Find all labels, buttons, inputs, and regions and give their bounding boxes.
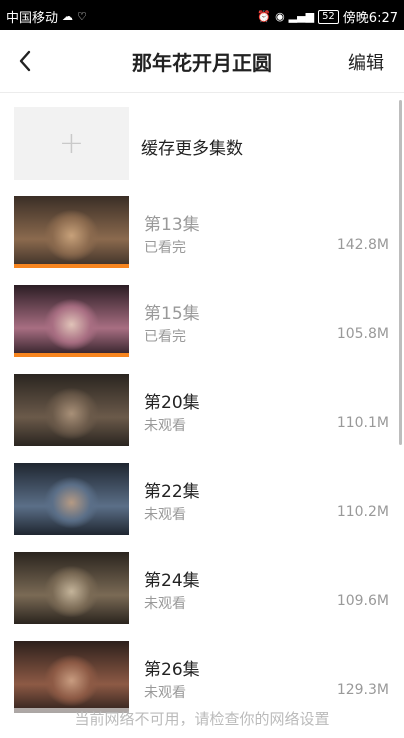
- scrollbar[interactable]: [399, 100, 402, 445]
- episode-thumbnail: [14, 641, 129, 713]
- header: 那年花开月正圆 编辑: [0, 30, 404, 93]
- back-button[interactable]: [10, 46, 40, 76]
- episode-thumbnail: [14, 374, 129, 446]
- episode-row[interactable]: 第20集未观看 110.1M: [0, 374, 404, 463]
- episode-title: 第15集: [144, 304, 200, 324]
- episode-row[interactable]: 第22集未观看 110.2M: [0, 463, 404, 552]
- watch-progress-bar: [14, 264, 129, 268]
- carrier-label: 中国移动: [6, 11, 59, 26]
- cache-more-row[interactable]: + 缓存更多集数: [0, 92, 404, 196]
- episode-status: 未观看: [144, 685, 186, 701]
- episode-size: 110.1M: [336, 415, 389, 431]
- cloud-icon: ☁: [62, 9, 74, 23]
- battery-indicator: 52: [318, 9, 339, 24]
- episode-size: 109.6M: [336, 593, 389, 609]
- episode-title: 第22集: [144, 482, 200, 502]
- episode-row[interactable]: 第24集未观看 109.6M: [0, 552, 404, 641]
- episode-thumbnail: [14, 552, 129, 624]
- watch-progress-bar: [14, 353, 129, 357]
- episode-title: 第13集: [144, 215, 200, 235]
- episode-status: 未观看: [144, 507, 186, 523]
- page-title: 那年花开月正圆: [132, 51, 272, 75]
- plus-icon: +: [14, 107, 129, 180]
- episode-status: 已看完: [144, 329, 186, 345]
- episode-size: 110.2M: [336, 504, 389, 520]
- heart-icon: ♡: [77, 9, 87, 23]
- episode-status: 未观看: [144, 596, 186, 612]
- episode-size: 129.3M: [336, 682, 389, 698]
- chevron-left-icon: [19, 50, 31, 72]
- episode-title: 第24集: [144, 571, 200, 591]
- episode-status: 未观看: [144, 418, 186, 434]
- episode-list: + 缓存更多集数 第13集 已看完 142.8M 第15集 已看完 105.8M 第20集未…: [0, 92, 404, 720]
- episode-size: 142.8M: [336, 237, 389, 253]
- eye-icon: ◉: [275, 9, 285, 23]
- episode-thumbnail: [14, 285, 129, 357]
- episode-row[interactable]: 第15集已看完 105.8M: [0, 285, 404, 374]
- episode-row[interactable]: 第13集已看完 142.8M: [0, 196, 404, 285]
- edit-button[interactable]: 编辑: [348, 49, 384, 75]
- signal-icon: ▂▄▆: [288, 9, 315, 23]
- episode-size: 105.8M: [336, 326, 389, 342]
- alarm-icon: ⏰: [257, 9, 272, 23]
- network-toast: 当前网络不可用，请检查你的网络设置: [0, 708, 404, 738]
- episode-title: 第20集: [144, 393, 200, 413]
- episode-title: 第26集: [144, 660, 200, 680]
- episode-thumbnail: [14, 463, 129, 535]
- status-bar: 中国移动 ☁ ♡ ⏰ ◉ ▂▄▆ 52 傍晚6:27: [0, 0, 404, 30]
- cache-more-label: 缓存更多集数: [141, 139, 243, 159]
- episode-status: 已看完: [144, 240, 186, 256]
- episode-thumbnail: [14, 196, 129, 268]
- status-time: 傍晚6:27: [342, 11, 398, 26]
